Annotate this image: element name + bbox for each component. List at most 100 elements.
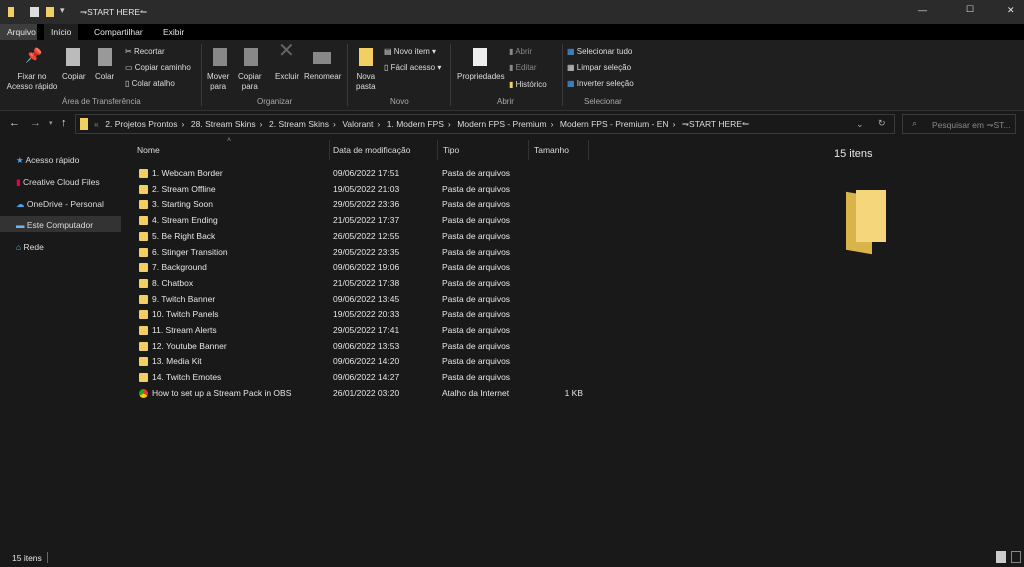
nav-item-onedrive[interactable]: ☁ OneDrive - Personal [16,199,104,210]
tab-compartilhar[interactable]: Compartilhar [87,24,150,40]
sort-ascending-icon: ˄ [227,137,232,144]
move-to-icon [213,48,227,66]
rename-button[interactable]: Renomear [304,72,341,82]
back-button[interactable]: ← [9,117,20,129]
new-folder-label-2: pasta [356,82,376,91]
breadcrumb-item[interactable]: 28. Stream Skins [191,119,256,129]
status-bar: 15 itens [0,548,1024,567]
file-row[interactable]: 6. Stinger Transition 29/05/2022 23:35 P… [136,245,596,260]
column-header-name[interactable]: Nome [137,145,160,155]
move-to-button[interactable]: Mover para [207,72,229,92]
select-all-button[interactable]: ▦ Selecionar tudo [567,47,632,57]
new-folder-button[interactable]: Nova pasta [356,72,376,92]
file-row[interactable]: 7. Background 09/06/2022 19:06 Pasta de … [136,260,596,275]
maximize-button[interactable]: ☐ [966,4,974,15]
customize-qat-icon[interactable]: ▾ [60,5,65,16]
column-header-size[interactable]: Tamanho [534,145,569,155]
tab-arquivo[interactable]: Arquivo [0,24,37,40]
copy-to-button[interactable]: Copiar para [238,72,262,92]
search-input[interactable]: ⌕ Pesquisar em ⇁ST... [902,114,1016,134]
file-row[interactable]: 11. Stream Alerts 29/05/2022 17:41 Pasta… [136,323,596,338]
ribbon-tabs: Arquivo Início Compartilhar Exibir [0,24,1024,40]
folder-icon [139,373,148,383]
file-name: 3. Starting Soon [152,199,213,210]
column-divider[interactable] [588,140,589,160]
breadcrumb-item[interactable]: 2. Projetos Prontos [105,119,177,129]
navigation-pane: ★ Acesso rápido ▮ Creative Cloud Files ☁… [0,138,124,548]
address-dropdown-icon[interactable]: ⌄ [856,119,864,130]
invert-selection-button[interactable]: ▦ Inverter seleção [567,79,634,89]
file-row[interactable]: 14. Twitch Emotes 09/06/2022 14:27 Pasta… [136,370,596,385]
open-button[interactable]: ▮ Abrir [509,47,532,57]
breadcrumb-item[interactable]: 2. Stream Skins [269,119,329,129]
file-type: Pasta de arquivos [442,325,511,335]
column-divider[interactable] [528,140,529,160]
breadcrumb-item[interactable]: Valorant [342,119,373,129]
tab-exibir[interactable]: Exibir [156,24,191,40]
file-row[interactable]: 8. Chatbox 21/05/2022 17:38 Pasta de arq… [136,276,596,291]
paste-button[interactable]: Colar [95,72,114,82]
file-row[interactable]: 13. Media Kit 09/06/2022 14:20 Pasta de … [136,354,596,369]
file-row[interactable]: 4. Stream Ending 21/05/2022 17:37 Pasta … [136,213,596,228]
file-row[interactable]: 1. Webcam Border 09/06/2022 17:51 Pasta … [136,166,596,181]
large-icons-view-button[interactable] [1011,551,1021,563]
nav-item-this-pc[interactable]: ▬ Este Computador [16,220,93,230]
new-folder-icon[interactable] [46,7,54,17]
breadcrumb-item[interactable]: 1. Modern FPS [387,119,444,129]
properties-icon[interactable] [30,7,39,17]
details-view-button[interactable] [996,551,1006,563]
easy-access-button[interactable]: ▯ Fácil acesso ▾ [384,63,441,73]
column-divider[interactable] [329,140,330,160]
file-row[interactable]: 12. Youtube Banner 09/06/2022 13:53 Past… [136,339,596,354]
history-button[interactable]: ▮ Histórico [509,80,547,90]
file-row[interactable]: 2. Stream Offline 19/05/2022 21:03 Pasta… [136,182,596,197]
nav-label: Este Computador [26,220,94,230]
tab-inicio[interactable]: Início [44,24,79,40]
column-header-type[interactable]: Tipo [443,145,459,155]
nav-item-network[interactable]: ⌂ Rede [16,242,44,252]
nav-label: Creative Cloud Files [23,177,100,187]
up-button[interactable]: ↑ [61,117,67,129]
address-bar[interactable]: « 2. Projetos Prontos › 28. Stream Skins ›… [75,114,895,134]
pin-quick-access-button[interactable]: Fixar no Acesso rápido [6,72,58,92]
group-label-organize: Organizar [257,97,293,106]
select-none-label: Limpar seleção [576,63,632,72]
minimize-button[interactable]: — [918,5,927,15]
nav-item-quick-access[interactable]: ★ Acesso rápido [16,155,79,166]
file-row[interactable]: How to set up a Stream Pack in OBS 26/01… [136,386,596,401]
delete-button[interactable]: Excluir [275,72,299,82]
forward-button[interactable]: → [30,117,41,129]
recent-locations-button[interactable]: ▾ [49,119,53,127]
status-item-count: 15 itens [12,553,42,563]
paste-shortcut-button[interactable]: ▯ Colar atalho [125,79,175,89]
file-date: 09/06/2022 13:45 [333,293,400,304]
file-row[interactable]: 5. Be Right Back 26/05/2022 12:55 Pasta … [136,229,596,244]
breadcrumb-item[interactable]: ⇁START HERE↼ [682,119,749,130]
file-name: 9. Twitch Banner [152,293,216,304]
cut-button[interactable]: ✂ Recortar [125,47,165,57]
properties-button[interactable]: Propriedades [457,72,505,82]
close-button[interactable]: ✕ [1007,5,1015,16]
paste-shortcut-label: Colar atalho [131,79,175,88]
paste-icon [98,48,112,66]
file-row[interactable]: 10. Twitch Panels 19/05/2022 20:33 Pasta… [136,307,596,322]
ribbon: 📌 Fixar no Acesso rápido Copiar Colar ✂ R… [0,40,1024,111]
file-name: 13. Media Kit [152,356,202,367]
copy-path-button[interactable]: ▭ Copiar caminho [125,63,191,73]
new-item-button[interactable]: ▤ Novo item ▾ [384,47,436,57]
file-row[interactable]: 3. Starting Soon 29/05/2022 23:36 Pasta … [136,197,596,212]
nav-item-creative-cloud[interactable]: ▮ Creative Cloud Files [16,177,100,188]
file-type: Pasta de arquivos [442,293,511,304]
column-header-date[interactable]: Data de modificação [333,145,411,155]
file-row[interactable]: 9. Twitch Banner 09/06/2022 13:45 Pasta … [136,292,596,307]
breadcrumb-item[interactable]: Modern FPS - Premium [457,119,546,129]
column-divider[interactable] [437,140,438,160]
select-none-button[interactable]: ▦ Limpar seleção [567,63,631,73]
copy-button[interactable]: Copiar [62,72,86,82]
edit-button[interactable]: ▮ Editar [509,63,537,73]
nav-label: Rede [23,242,44,252]
breadcrumb-item[interactable]: Modern FPS - Premium - EN [560,119,669,129]
creative-cloud-icon: ▮ [16,177,24,187]
refresh-icon[interactable]: ↻ [878,118,886,129]
folder-icon [139,278,148,288]
